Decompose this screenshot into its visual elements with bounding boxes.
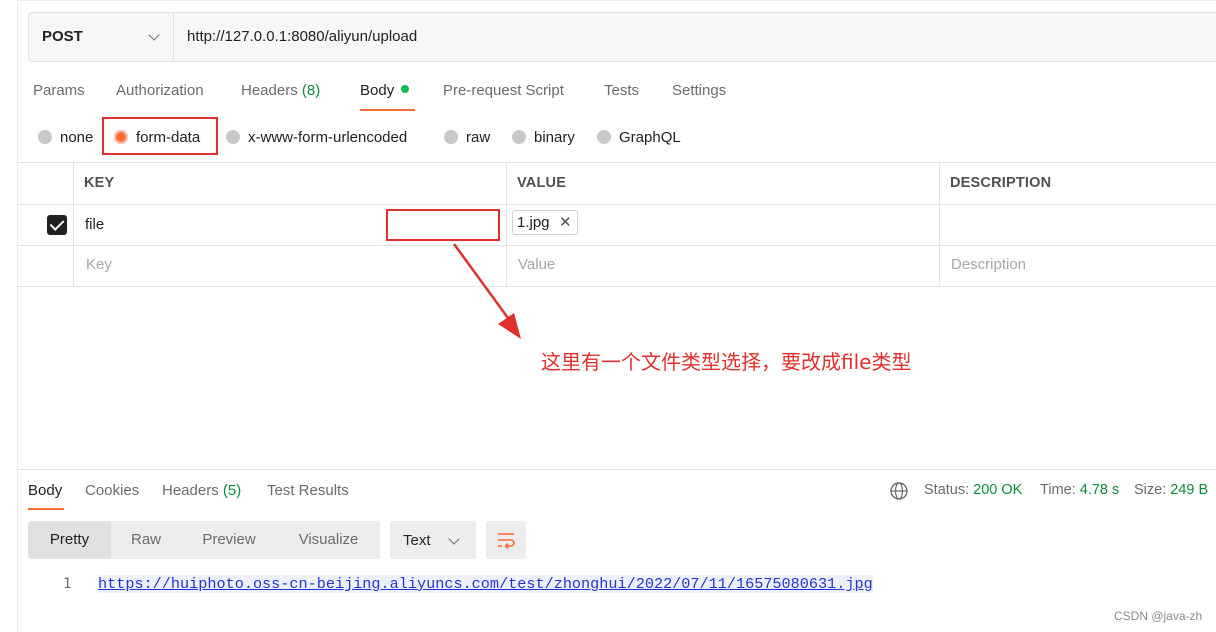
column-divider xyxy=(73,162,74,286)
tab-headers-label: Headers xyxy=(241,82,298,99)
column-header-value: VALUE xyxy=(517,175,567,191)
top-border xyxy=(17,0,1216,1)
tab-headers-count: (8) xyxy=(301,82,321,99)
description-placeholder-input[interactable]: Description xyxy=(951,256,1026,273)
format-select[interactable]: Text xyxy=(390,521,476,559)
radio-none-label: none xyxy=(60,129,94,146)
globe-icon[interactable] xyxy=(889,481,909,501)
table-bottom-border xyxy=(17,286,1216,287)
time-label: Time: xyxy=(1040,482,1076,498)
tab-settings[interactable]: Settings xyxy=(672,82,726,99)
response-tab-test-results[interactable]: Test Results xyxy=(267,482,349,499)
chevron-down-icon xyxy=(448,533,460,545)
active-tab-indicator xyxy=(360,109,415,111)
wrap-lines-button[interactable] xyxy=(486,521,526,559)
table-header-border xyxy=(17,204,1216,205)
response-tab-headers[interactable]: Headers (5) xyxy=(162,482,241,499)
tab-params[interactable]: Params xyxy=(33,82,85,99)
response-tab-cookies[interactable]: Cookies xyxy=(85,482,139,499)
response-tab-body[interactable]: Body xyxy=(28,482,62,499)
radio-circle-icon xyxy=(444,130,458,144)
key-placeholder-input[interactable]: Key xyxy=(86,256,112,273)
status-label: Status: xyxy=(924,482,970,498)
radio-circle-icon xyxy=(38,130,52,144)
url-input[interactable]: http://127.0.0.1:8080/aliyun/upload xyxy=(187,28,417,45)
response-active-tab-indicator xyxy=(28,508,64,510)
format-label: Text xyxy=(403,532,431,549)
column-divider xyxy=(939,162,940,286)
url-bar: POST http://127.0.0.1:8080/aliyun/upload xyxy=(28,12,1216,62)
tab-pre-request-script[interactable]: Pre-request Script xyxy=(443,82,564,99)
response-tab-headers-label: Headers xyxy=(162,482,219,499)
view-mode-selector: Pretty Raw Preview Visualize xyxy=(28,521,380,559)
file-chip-label: 1.jpg xyxy=(517,214,550,231)
line-number: 1 xyxy=(63,576,72,592)
tab-body[interactable]: Body xyxy=(360,82,410,99)
radio-circle-icon xyxy=(512,130,526,144)
radio-urlencoded-label: x-www-form-urlencoded xyxy=(248,129,408,146)
annotation-text: 这里有一个文件类型选择，要改成file类型 xyxy=(541,350,912,374)
radio-circle-icon xyxy=(597,130,611,144)
column-header-description: DESCRIPTION xyxy=(950,175,1052,191)
row-enabled-checkbox[interactable] xyxy=(47,215,67,235)
highlight-box-form-data xyxy=(102,117,218,155)
view-mode-preview[interactable]: Preview xyxy=(181,521,277,559)
tab-tests[interactable]: Tests xyxy=(604,82,639,99)
table-top-border xyxy=(17,162,1216,163)
checkmark-icon xyxy=(49,216,65,231)
status-value: 200 OK xyxy=(973,482,1023,498)
radio-raw-label: raw xyxy=(466,129,491,146)
wrap-lines-icon xyxy=(498,533,515,550)
chevron-down-icon xyxy=(148,29,160,41)
close-icon[interactable]: ✕ xyxy=(559,213,572,231)
left-border xyxy=(17,0,18,632)
method-label: POST xyxy=(42,28,83,45)
status-indicator[interactable]: Status: 200 OK xyxy=(924,482,1022,498)
file-chip[interactable]: 1.jpg ✕ xyxy=(512,210,578,235)
tab-body-label: Body xyxy=(360,82,395,99)
size-label: Size: xyxy=(1134,482,1167,498)
view-mode-pretty[interactable]: Pretty xyxy=(28,521,111,559)
response-body-link[interactable]: https://huiphoto.oss-cn-beijing.aliyuncs… xyxy=(98,575,873,593)
size-indicator[interactable]: Size: 249 B xyxy=(1134,482,1208,498)
radio-circle-icon xyxy=(226,130,240,144)
modified-dot-icon xyxy=(401,85,410,93)
tab-headers[interactable]: Headers (8) xyxy=(241,82,320,99)
response-tab-headers-count: (5) xyxy=(222,482,242,499)
row-key-input[interactable]: file xyxy=(85,216,104,233)
response-divider xyxy=(17,469,1216,470)
time-indicator[interactable]: Time: 4.78 s xyxy=(1040,482,1119,498)
view-mode-raw[interactable]: Raw xyxy=(111,521,181,559)
view-mode-visualize[interactable]: Visualize xyxy=(277,521,380,559)
tab-authorization[interactable]: Authorization xyxy=(116,82,204,99)
table-row-border xyxy=(17,245,1216,246)
size-value: 249 B xyxy=(1170,482,1209,498)
arrow-annotation xyxy=(452,243,521,339)
radio-graphql-label: GraphQL xyxy=(619,129,681,146)
column-header-key: KEY xyxy=(84,175,115,191)
radio-binary-label: binary xyxy=(534,129,575,146)
watermark: CSDN @java-zh xyxy=(1114,609,1203,623)
time-value: 4.78 s xyxy=(1079,482,1120,498)
method-select[interactable]: POST xyxy=(29,13,174,61)
